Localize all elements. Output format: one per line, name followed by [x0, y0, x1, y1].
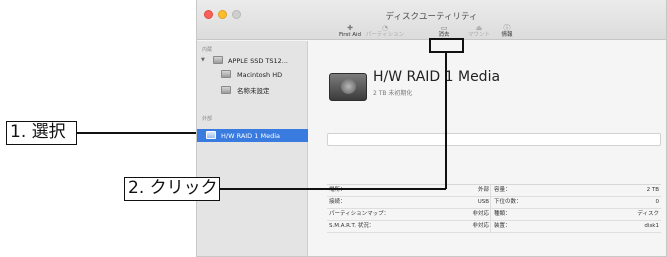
info-value: 非対応 — [472, 223, 489, 229]
erase-icon: ▭ — [440, 24, 448, 32]
partition-label: パーティション — [365, 32, 405, 38]
partition-button[interactable]: ◔ パーティション — [366, 24, 404, 38]
mount-icon: ⏏ — [475, 24, 483, 32]
window-title: ディスクユーティリティ — [385, 12, 478, 22]
sidebar-item-label: H/W RAID 1 Media — [221, 131, 280, 140]
erase-button[interactable]: ▭ 消去 — [435, 24, 453, 38]
column-divider — [490, 197, 491, 209]
callout-step-1: 1. 選択 — [6, 121, 77, 145]
first-aid-button[interactable]: ✚ First Aid — [337, 24, 363, 38]
info-key: パーティションマップ： — [329, 211, 390, 217]
callout-2-connector-horizontal — [220, 188, 446, 190]
info-key: 容量： — [494, 187, 511, 193]
info-key: 種類： — [494, 211, 511, 217]
sidebar-item-label: APPLE SSD TS12... — [228, 57, 288, 65]
hard-disk-icon — [329, 73, 367, 101]
info-value: 0 — [655, 199, 660, 205]
sidebar-section-internal: 内蔵 — [202, 47, 213, 53]
capacity-bar — [327, 133, 661, 146]
table-row: 接続： USB 下位の数： 0 — [327, 197, 661, 209]
disk-icon — [213, 56, 223, 64]
info-value: USB — [477, 199, 489, 205]
sidebar-item-macintosh-hd[interactable]: Macintosh HD — [197, 69, 308, 81]
sidebar-item-label: 名称未設定 — [237, 87, 270, 95]
sidebar: 内蔵 ▼ APPLE SSD TS12... Macintosh HD 名称未設… — [197, 41, 308, 256]
table-row: S.M.A.R.T. 状況： 非対応 装置： disk1 — [327, 221, 661, 233]
info-value: 2 TB — [646, 187, 659, 193]
column-divider — [490, 209, 491, 221]
info-value: disk1 — [644, 223, 659, 229]
info-table: 場所： 外部 容量： 2 TB 接続： USB 下位の数： 0 パーティションマ… — [327, 184, 661, 233]
sidebar-item-apple-ssd[interactable]: ▼ APPLE SSD TS12... — [197, 55, 308, 67]
callout-1-connector — [77, 132, 196, 134]
info-key: 装置： — [494, 223, 511, 229]
column-divider — [490, 221, 491, 233]
title-bar: ディスクユーティリティ ✚ First Aid ◔ パーティション ▭ 消去 ⏏… — [197, 0, 666, 40]
callout-2-connector-vertical — [445, 53, 447, 189]
info-label: 情報 — [501, 32, 513, 38]
erase-highlight-box — [429, 38, 464, 53]
info-value: 外部 — [477, 187, 489, 193]
info-key: 接続： — [329, 199, 346, 205]
info-icon: ⓘ — [503, 24, 511, 32]
sidebar-item-untitled[interactable]: 名称未設定 — [197, 85, 308, 97]
table-row: 場所： 外部 容量： 2 TB — [327, 185, 661, 197]
info-value: 非対応 — [472, 211, 489, 217]
volume-subtitle: 2 TB 未初期化 — [373, 90, 413, 97]
info-button[interactable]: ⓘ 情報 — [497, 24, 517, 38]
sidebar-item-hw-raid[interactable]: H/W RAID 1 Media — [197, 129, 308, 142]
stethoscope-icon: ✚ — [347, 24, 353, 32]
volume-icon — [221, 86, 231, 94]
info-value: ディスク — [637, 211, 659, 217]
column-divider — [490, 185, 491, 197]
info-key: 下位の数： — [494, 199, 522, 205]
sidebar-item-label: Macintosh HD — [237, 71, 283, 79]
detail-pane: H/W RAID 1 Media 2 TB 未初期化 場所： 外部 容量： 2 … — [309, 41, 666, 256]
info-key: 場所： — [329, 187, 346, 193]
table-row: パーティションマップ： 非対応 種類： ディスク — [327, 209, 661, 221]
sidebar-section-external: 外部 — [202, 116, 213, 122]
info-key: S.M.A.R.T. 状況： — [329, 223, 375, 229]
disclosure-triangle-icon[interactable]: ▼ — [201, 57, 209, 64]
mount-button[interactable]: ⏏ マウント — [468, 24, 490, 38]
volume-icon — [221, 70, 231, 78]
callout-step-2: 2. クリック — [124, 177, 220, 201]
pie-partition-icon: ◔ — [381, 24, 389, 32]
volume-name: H/W RAID 1 Media — [373, 69, 501, 85]
disk-icon — [206, 131, 216, 139]
